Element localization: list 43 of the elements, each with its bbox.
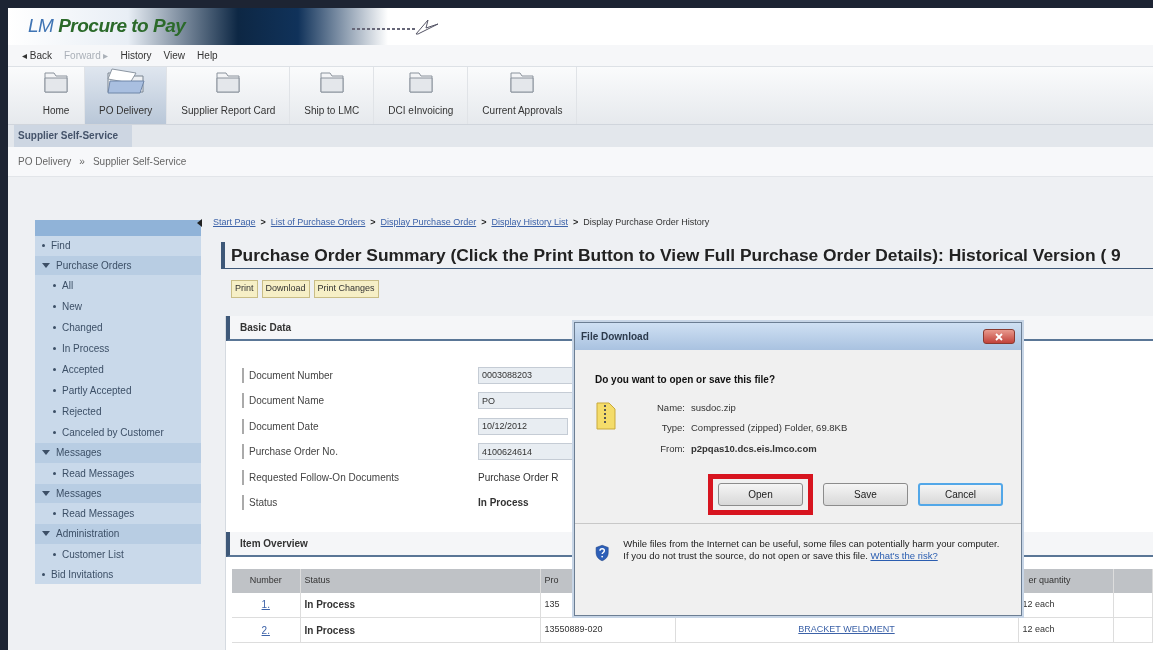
detail-value: Compressed (zipped) Folder, 69.8KB	[691, 421, 848, 436]
sidebar-label: Purchase Orders	[56, 258, 132, 273]
sidebar-label: Messages	[56, 486, 102, 501]
sidebar-label: Administration	[56, 527, 120, 542]
sidebar-label: New	[62, 300, 82, 314]
detail-value: p2pqas10.dcs.eis.lmco.com	[691, 441, 818, 456]
dialog-question: Do you want to open or save this file?	[595, 373, 777, 387]
detail-label: Name:	[657, 401, 685, 415]
sidebar-label: Read Messages	[62, 507, 135, 521]
separator-icon: »	[79, 154, 85, 169]
table-cell: 13550889-020	[540, 617, 675, 643]
sidebar-label: Rejected	[62, 405, 102, 419]
separator-icon: >	[370, 216, 376, 230]
app-logo: LM Procure to Pay	[28, 14, 186, 39]
detail-label: Type:	[660, 421, 685, 436]
sidebar-label: Read Messages	[62, 466, 135, 481]
sidebar-label: Bid Invitations	[51, 567, 114, 582]
sidebar-label: Accepted	[62, 363, 104, 377]
table-cell: In Process	[300, 592, 540, 618]
breadcrumb-current: Display Purchase Order History	[583, 216, 710, 230]
column-header: Number	[232, 568, 300, 593]
table-cell: In Process	[300, 617, 540, 643]
page-title: Purchase Order Summary (Click the Print Button to View Full Purchase Order Details): Historical Version ( 9	[221, 242, 1153, 270]
sidebar-label: Customer List	[62, 547, 124, 562]
sidebar-label: Find	[51, 239, 71, 254]
sidebar-label: In Process	[62, 342, 110, 356]
detail-label: From:	[659, 441, 685, 456]
sidebar-label: Changed	[62, 321, 103, 335]
dialog-title: File Download	[581, 330, 649, 344]
detail-value: susdoc.zip	[691, 401, 737, 415]
sidebar-label: Partly Accepted	[62, 384, 132, 398]
field-label: Requested Follow-On Documents	[242, 469, 478, 485]
field-label: Status	[242, 495, 478, 511]
sidebar-label: All	[62, 279, 74, 293]
field-value: Purchase Order R	[478, 470, 559, 485]
table-cell: 12 each	[1018, 617, 1113, 643]
separator-icon: >	[572, 216, 579, 230]
column-header: Status	[300, 568, 540, 593]
sidebar-label: Canceled by Customer	[62, 426, 164, 440]
separator-icon: >	[481, 216, 487, 230]
field-value: In Process	[478, 496, 529, 511]
sidebar-label: Messages	[56, 446, 102, 461]
separator-icon: >	[260, 216, 266, 230]
